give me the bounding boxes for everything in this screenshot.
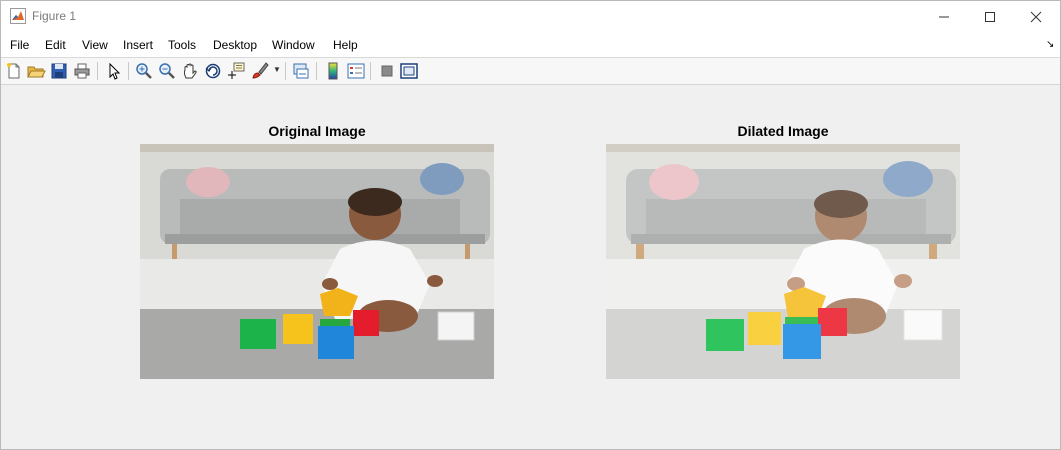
close-icon bbox=[1030, 11, 1042, 22]
menu-edit[interactable]: Edit bbox=[45, 38, 66, 52]
pointer-icon[interactable] bbox=[104, 61, 124, 81]
print-icon[interactable] bbox=[72, 61, 92, 81]
figure-toolbar: ▼ bbox=[1, 58, 1060, 85]
hide-plot-tools-icon[interactable] bbox=[377, 61, 397, 81]
axes-title-dilated: Dilated Image bbox=[737, 123, 829, 139]
menu-view[interactable]: View bbox=[82, 38, 108, 52]
title-bar: Figure 1 bbox=[1, 1, 1060, 32]
legend-icon[interactable] bbox=[346, 61, 366, 81]
maximize-button[interactable] bbox=[967, 1, 1013, 32]
new-figure-icon[interactable] bbox=[4, 61, 24, 81]
pan-icon[interactable] bbox=[180, 61, 200, 81]
show-plot-tools-icon[interactable] bbox=[399, 61, 419, 81]
menu-tools[interactable]: Tools bbox=[168, 38, 196, 52]
rotate-3d-icon[interactable] bbox=[203, 61, 223, 81]
toolbar-separator bbox=[370, 62, 371, 80]
minimize-icon bbox=[939, 16, 949, 17]
minimize-button[interactable] bbox=[921, 1, 967, 32]
menu-help[interactable]: Help bbox=[333, 38, 358, 52]
brush-icon[interactable] bbox=[250, 61, 270, 81]
zoom-out-icon[interactable] bbox=[157, 61, 177, 81]
figure-window: Figure 1 File Edit View Insert Tools Des… bbox=[0, 0, 1061, 450]
dilated-image bbox=[606, 144, 960, 379]
menu-insert[interactable]: Insert bbox=[123, 38, 153, 52]
toolbar-separator bbox=[97, 62, 98, 80]
zoom-in-icon[interactable] bbox=[134, 61, 154, 81]
original-image bbox=[140, 144, 494, 379]
link-plot-icon[interactable] bbox=[291, 61, 311, 81]
save-icon[interactable] bbox=[49, 61, 69, 81]
axes-title-original: Original Image bbox=[268, 123, 366, 139]
maximize-icon bbox=[985, 11, 995, 22]
toolbar-separator bbox=[316, 62, 317, 80]
menu-desktop[interactable]: Desktop bbox=[213, 38, 257, 52]
matlab-logo-icon bbox=[10, 8, 26, 24]
toolbar-separator bbox=[128, 62, 129, 80]
open-file-icon[interactable] bbox=[26, 61, 46, 81]
menu-window[interactable]: Window bbox=[272, 38, 315, 52]
data-cursor-icon[interactable] bbox=[226, 61, 246, 81]
menu-file[interactable]: File bbox=[10, 38, 29, 52]
figure-canvas: Original Image Dilated Image bbox=[1, 85, 1060, 449]
brush-dropdown-icon[interactable]: ▼ bbox=[273, 65, 281, 74]
colorbar-icon[interactable] bbox=[323, 61, 343, 81]
menu-bar: File Edit View Insert Tools Desktop Wind… bbox=[1, 32, 1060, 58]
dock-figure-icon[interactable]: ↘ bbox=[1046, 39, 1054, 50]
window-title: Figure 1 bbox=[32, 9, 77, 23]
toolbar-separator bbox=[285, 62, 286, 80]
close-button[interactable] bbox=[1013, 1, 1059, 32]
